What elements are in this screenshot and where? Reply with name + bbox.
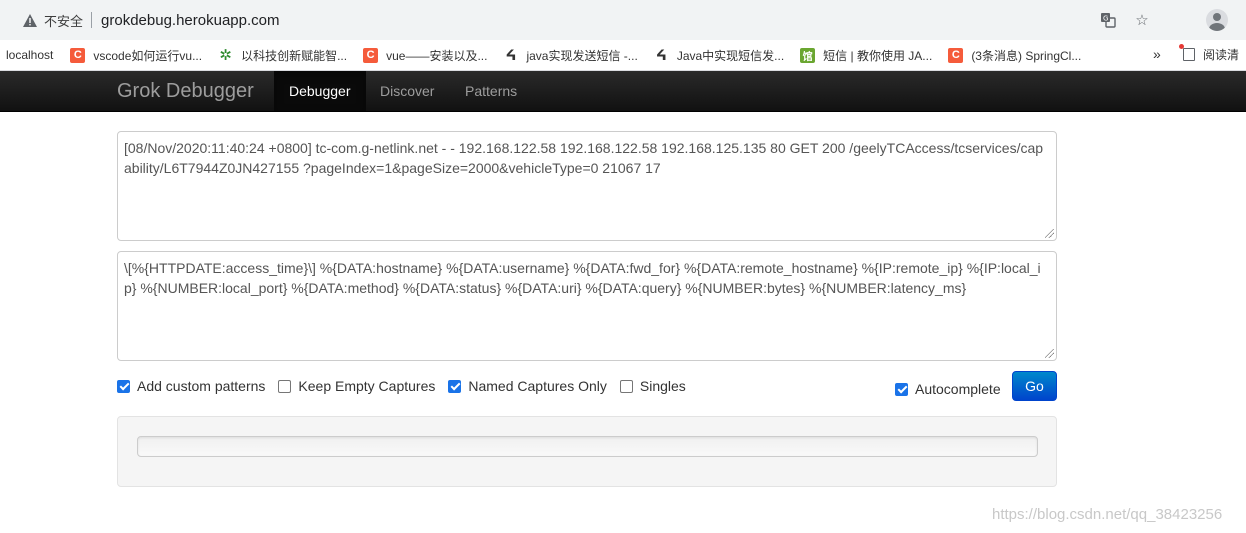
bookmark-label: java实现发送短信 -... — [526, 48, 638, 63]
navbar: Grok Debugger Debugger Discover Patterns — [0, 71, 1246, 112]
divider — [91, 12, 93, 28]
option-label: Keep Empty Captures — [298, 378, 436, 394]
bookmark-label: Java中实现短信发... — [676, 48, 785, 63]
option-label: Add custom patterns — [137, 378, 266, 394]
nav-patterns[interactable]: Patterns — [450, 71, 532, 111]
resize-grip-icon[interactable] — [1045, 349, 1054, 358]
bookmark-keji[interactable]: ✲ 以科技创新赋能智... — [218, 47, 347, 64]
insecure-label: 不安全 — [44, 13, 84, 29]
more-bookmarks-icon[interactable]: » — [1153, 46, 1161, 62]
bookmark-java-sms-2[interactable]: ᔦ Java中实现短信发... — [654, 47, 784, 64]
watermark: https://blog.csdn.net/qq_38423256 — [992, 506, 1223, 523]
warning-icon[interactable] — [22, 12, 38, 28]
option-named-captures-only[interactable]: Named Captures Only — [448, 378, 607, 394]
csdn-c-icon: C — [948, 47, 964, 63]
bookmark-localhost[interactable]: localhost — [6, 48, 53, 62]
bookmark-vscode[interactable]: C vscode如何运行vu... — [70, 47, 202, 64]
option-label: Singles — [639, 378, 686, 394]
bookmark-label: 以科技创新赋能智... — [241, 48, 348, 63]
green-gear-icon: ✲ — [219, 47, 232, 64]
bookmark-label: 短信 | 教你使用 JA... — [823, 48, 933, 63]
option-autocomplete[interactable]: Autocomplete — [895, 381, 1001, 397]
bookmark-label: vscode如何运行vu... — [93, 48, 203, 63]
green-square-icon: 馆 — [800, 47, 816, 63]
option-label: Named Captures Only — [468, 378, 607, 394]
pattern-textarea[interactable]: \[%{HTTPDATE:access_time}\] %{DATA:hostn… — [117, 251, 1057, 361]
csdn-c-icon: C — [363, 47, 379, 63]
star-icon[interactable]: ☆ — [1132, 10, 1152, 30]
option-label: Autocomplete — [915, 381, 1001, 397]
resize-grip-icon[interactable] — [1045, 229, 1054, 238]
browser-address-bar: 不安全 grokdebug.herokuapp.com G ☆ — [0, 0, 1246, 40]
bookmark-vue[interactable]: C vue——安装以及... — [363, 47, 487, 64]
option-add-custom-patterns[interactable]: Add custom patterns — [117, 378, 265, 394]
profile-avatar-icon[interactable] — [1206, 9, 1228, 31]
bookmarks-bar: localhost C vscode如何运行vu... ✲ 以科技创新赋能智..… — [0, 40, 1246, 71]
nav-discover[interactable]: Discover — [365, 71, 449, 111]
bookmark-java-sms[interactable]: ᔦ java实现发送短信 -... — [503, 46, 638, 64]
tent-icon: ᔦ — [655, 46, 667, 63]
translate-icon[interactable]: G — [1098, 10, 1118, 30]
pattern-text: \[%{HTTPDATE:access_time}\] %{DATA:hostn… — [124, 260, 1041, 296]
input-textarea[interactable]: [08/Nov/2020:11:40:24 +0800] tc-com.g-ne… — [117, 131, 1057, 241]
reading-list-button[interactable]: 阅读清 — [1179, 44, 1240, 63]
url-text[interactable]: grokdebug.herokuapp.com — [101, 12, 279, 29]
reading-list-icon — [1179, 44, 1195, 61]
bookmark-sms-java[interactable]: 馆 短信 | 教你使用 JA... — [800, 47, 932, 64]
omnibox[interactable]: 不安全 grokdebug.herokuapp.com G ☆ — [10, 6, 1194, 34]
checkbox-keep-empty-captures[interactable] — [278, 379, 292, 393]
nav-debugger[interactable]: Debugger — [274, 71, 366, 111]
bookmark-label: localhost — [6, 48, 54, 62]
svg-text:G: G — [1103, 15, 1108, 23]
option-keep-empty-captures[interactable]: Keep Empty Captures — [278, 378, 435, 394]
bookmark-label: vue——安装以及... — [386, 48, 488, 63]
progress-bar — [137, 436, 1038, 457]
checkbox-add-custom-patterns[interactable] — [117, 379, 130, 393]
checkbox-named-captures-only[interactable] — [448, 379, 462, 393]
csdn-c-icon: C — [70, 47, 86, 63]
output-well — [117, 416, 1057, 487]
input-text: [08/Nov/2020:11:40:24 +0800] tc-com.g-ne… — [124, 140, 1044, 176]
checkbox-autocomplete[interactable] — [895, 382, 908, 396]
option-singles[interactable]: Singles — [619, 378, 686, 394]
go-button[interactable]: Go — [1012, 371, 1057, 401]
brand[interactable]: Grok Debugger — [117, 80, 254, 103]
bookmark-label: (3条消息) SpringCl... — [971, 48, 1082, 63]
bookmark-springcloud[interactable]: C (3条消息) SpringCl... — [948, 47, 1081, 64]
tent-icon: ᔦ — [505, 46, 517, 63]
reading-list-label: 阅读清 — [1203, 48, 1240, 62]
checkbox-singles[interactable] — [619, 379, 633, 393]
options-row: Add custom patterns Keep Empty Captures … — [117, 378, 699, 394]
